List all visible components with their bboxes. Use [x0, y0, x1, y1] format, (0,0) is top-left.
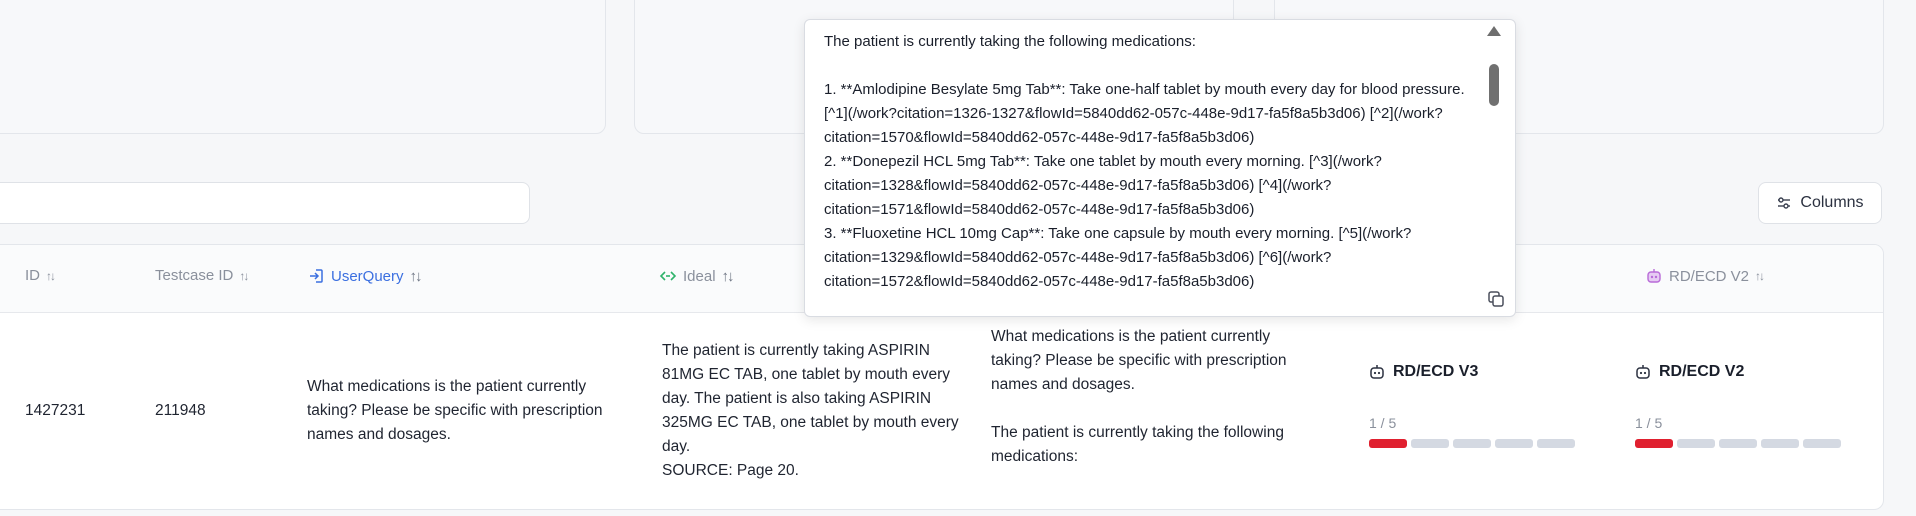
columns-button-label: Columns [1800, 194, 1864, 211]
cell-testcase-id: 211948 [155, 402, 206, 419]
popover-line: The patient is currently taking the foll… [824, 33, 1196, 50]
popover-line: 1. **Amlodipine Besylate 5mg Tab**: Take… [824, 81, 1465, 146]
score-segment-filled [1369, 439, 1407, 448]
score-segment-filled [1635, 439, 1673, 448]
column-header-rd-ecd-v2[interactable]: RD/ECD V2 ↑↓ [1645, 267, 1765, 285]
score-segment [1761, 439, 1799, 448]
score-segment [1495, 439, 1533, 448]
popover-scrollbar[interactable] [1485, 24, 1503, 312]
column-header-id[interactable]: ID ↑↓ [25, 267, 56, 284]
cell-response[interactable]: What medications is the patient currentl… [991, 325, 1321, 469]
score-segment [1453, 439, 1491, 448]
popover-line: 2. **Donepezil HCL 5mg Tab**: Take one t… [824, 153, 1382, 218]
column-header-rd-ecd-v2-label: RD/ECD V2 [1669, 267, 1750, 285]
robot-icon [1647, 269, 1661, 283]
column-header-ideal[interactable]: Ideal ↑↓ [659, 267, 735, 285]
model-score-rd-ecd-v2: RD/ECD V2 1 / 5 [1635, 363, 1841, 448]
column-header-testcase-id-label: Testcase ID [155, 267, 234, 284]
score-bar [1369, 439, 1575, 448]
sliders-icon [1778, 197, 1791, 209]
sort-icon[interactable]: ↑↓ [46, 269, 56, 283]
sort-icon[interactable]: ↑↓ [722, 268, 735, 285]
login-icon [310, 269, 323, 283]
summary-card-left [0, 0, 606, 134]
robot-icon [1636, 365, 1650, 379]
score-segment [1537, 439, 1575, 448]
column-header-id-label: ID [25, 267, 40, 284]
score-segment [1677, 439, 1715, 448]
column-header-user-query[interactable]: UserQuery ↑↓ [307, 267, 423, 285]
model-name: RD/ECD V2 [1659, 363, 1745, 380]
sort-icon[interactable]: ↑↓ [410, 268, 423, 285]
score-segment [1719, 439, 1757, 448]
popover-content: The patient is currently taking the foll… [824, 30, 1466, 294]
cell-response-text: What medications is the patient currentl… [991, 328, 1287, 465]
cell-user-query: What medications is the patient currentl… [307, 375, 625, 447]
score-segment [1411, 439, 1449, 448]
table-row[interactable]: 1427231 211948 What medications is the p… [0, 313, 1883, 509]
model-name: RD/ECD V3 [1393, 363, 1479, 380]
sort-icon[interactable]: ↑↓ [1755, 269, 1765, 283]
cell-ideal-text: The patient is currently taking ASPIRIN … [662, 342, 959, 479]
copy-icon[interactable] [1487, 290, 1505, 308]
popover-line [824, 54, 1466, 78]
code-arrows-icon [659, 271, 677, 281]
column-header-user-query-label: UserQuery [331, 267, 404, 285]
column-header-testcase-id[interactable]: Testcase ID ↑↓ [155, 267, 249, 284]
cell-ideal: The patient is currently taking ASPIRIN … [662, 339, 968, 483]
column-header-ideal-label: Ideal [683, 267, 716, 285]
model-score-rd-ecd-v3: RD/ECD V3 1 / 5 [1369, 363, 1575, 448]
response-popover[interactable]: The patient is currently taking the foll… [804, 19, 1516, 317]
cell-id: 1427231 [25, 402, 86, 419]
score-text: 1 / 5 [1369, 415, 1397, 431]
sort-icon[interactable]: ↑↓ [239, 269, 249, 283]
score-text: 1 / 5 [1635, 415, 1663, 431]
popover-line: 3. **Fluoxetine HCL 10mg Cap**: Take one… [824, 225, 1412, 290]
robot-icon [1370, 365, 1384, 379]
score-segment [1803, 439, 1841, 448]
scroll-thumb[interactable] [1489, 64, 1499, 106]
cell-user-query-text: What medications is the patient currentl… [307, 378, 603, 443]
search-input[interactable] [0, 182, 530, 224]
score-bar [1635, 439, 1841, 448]
columns-button[interactable]: Columns [1758, 182, 1882, 224]
scroll-up-arrow-icon[interactable] [1487, 26, 1501, 36]
